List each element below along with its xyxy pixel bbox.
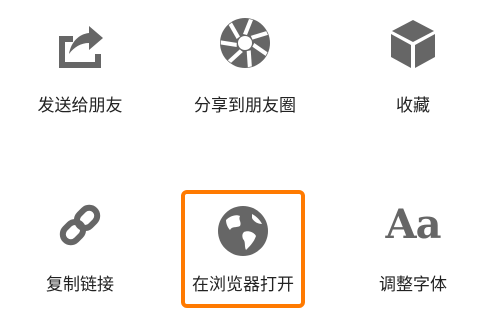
share-forward-icon — [53, 16, 107, 70]
open-in-browser-label: 在浏览器打开 — [192, 275, 294, 295]
share-to-moments-button[interactable]: 分享到朋友圈 — [165, 0, 325, 150]
adjust-font-label: 调整字体 — [379, 275, 447, 295]
cube-icon — [386, 16, 440, 70]
link-icon — [53, 198, 107, 252]
globe-icon — [216, 204, 270, 258]
open-in-browser-button[interactable]: 在浏览器打开 — [181, 190, 305, 308]
favorite-label: 收藏 — [396, 96, 430, 116]
moments-aperture-icon — [218, 16, 272, 70]
send-to-friend-label: 发送给朋友 — [37, 96, 123, 116]
favorite-button[interactable]: 收藏 — [333, 0, 493, 150]
send-to-friend-button[interactable]: 发送给朋友 — [0, 0, 160, 150]
share-to-moments-label: 分享到朋友圈 — [194, 96, 296, 116]
copy-link-label: 复制链接 — [46, 275, 114, 295]
adjust-font-button[interactable]: Aa 调整字体 — [333, 178, 493, 328]
font-icon: Aa — [385, 201, 442, 248]
share-action-sheet: 发送给朋友 分享到朋友圈 收藏 复制链接 在浏览器打开 Aa 调整字体 — [0, 0, 494, 328]
copy-link-button[interactable]: 复制链接 — [0, 178, 160, 328]
